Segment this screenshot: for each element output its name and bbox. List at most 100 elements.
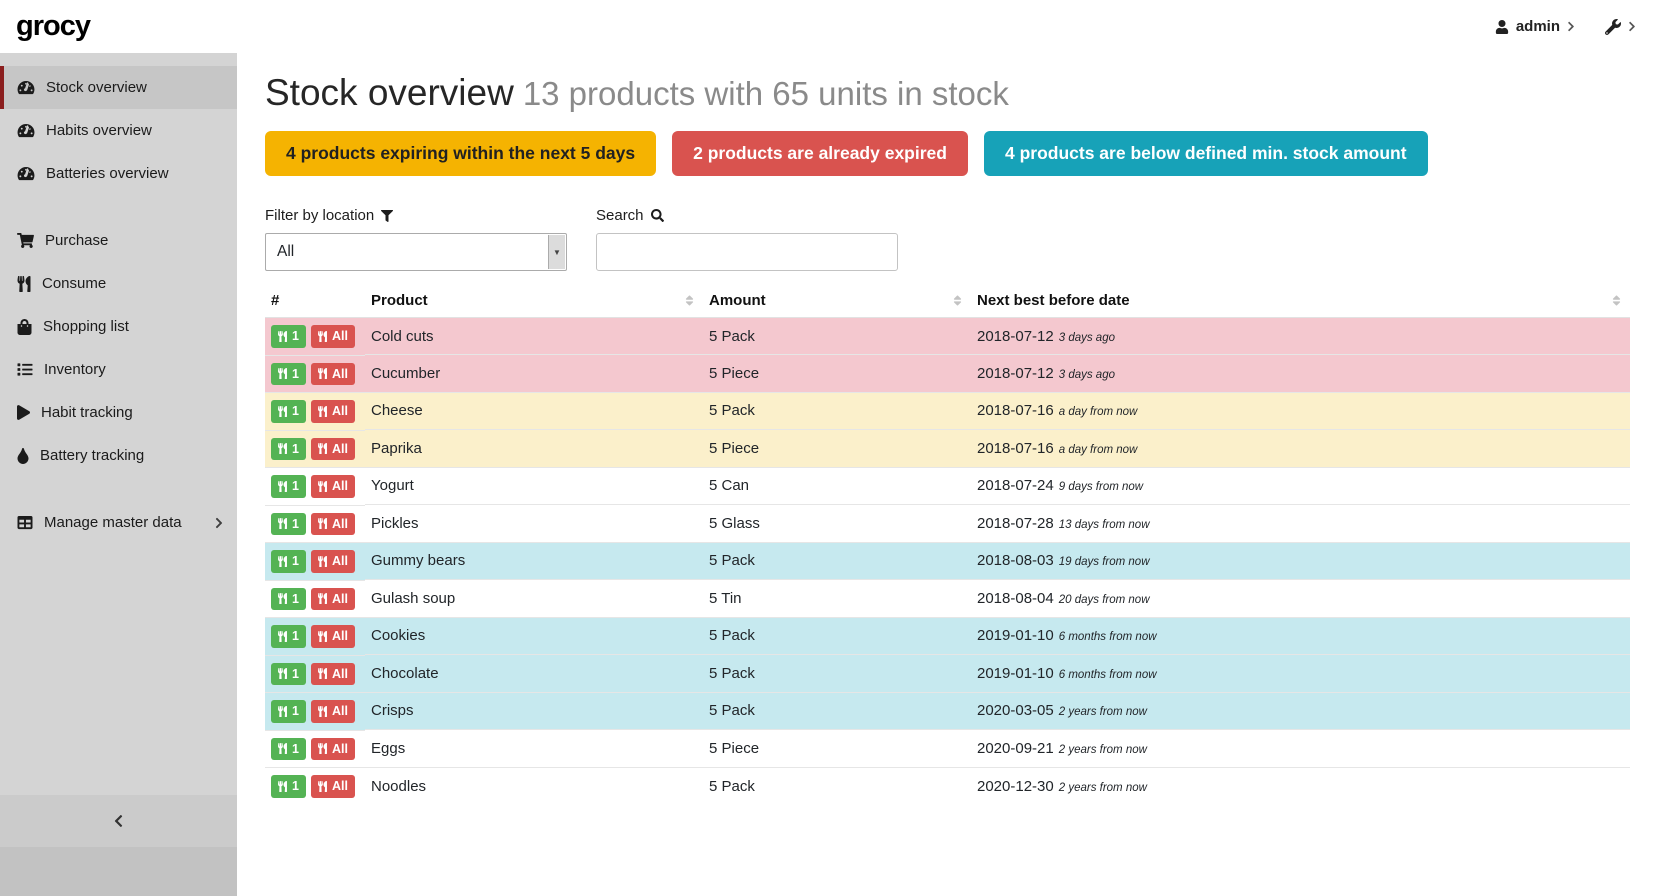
sort-icon: [952, 294, 963, 307]
stock-table-body: 1 All Cold cuts 5 Pack 2018-07-123 days …: [265, 318, 1630, 805]
product-name: Gummy bears: [365, 542, 703, 580]
consume-all-button[interactable]: All: [311, 625, 355, 648]
consume-one-button[interactable]: 1: [271, 663, 306, 686]
top-navbar: grocy admin: [0, 0, 1658, 53]
consume-all-button[interactable]: All: [311, 738, 355, 761]
table-row: 1 All Eggs 5 Piece 2020-09-212 years fro…: [265, 730, 1630, 768]
best-before-cell: 2020-03-052 years from now: [971, 692, 1630, 730]
best-before-cell: 2018-07-16a day from now: [971, 392, 1630, 430]
best-before-cell: 2018-07-249 days from now: [971, 467, 1630, 505]
best-before-cell: 2019-01-106 months from now: [971, 617, 1630, 655]
sidebar-item-shopping-list[interactable]: Shopping list: [0, 305, 237, 348]
table-row: 1 All Gulash soup 5 Tin 2018-08-0420 day…: [265, 580, 1630, 618]
utensils-icon: [278, 593, 287, 604]
utensils-icon: [318, 556, 327, 567]
sidebar-item-label: Habit tracking: [41, 404, 133, 421]
shopping-bag-icon: [17, 319, 32, 335]
sidebar-item-label: Manage master data: [44, 514, 182, 531]
product-name: Cookies: [365, 617, 703, 655]
row-actions: 1 All: [265, 467, 365, 505]
consume-all-button[interactable]: All: [311, 663, 355, 686]
product-name: Cheese: [365, 392, 703, 430]
product-name: Cold cuts: [365, 318, 703, 355]
search-input[interactable]: [596, 233, 898, 271]
consume-one-button[interactable]: 1: [271, 700, 306, 723]
table-row: 1 All Cheese 5 Pack 2018-07-16a day from…: [265, 392, 1630, 430]
expired-products-button[interactable]: 2 products are already expired: [672, 131, 968, 176]
best-before-cell: 2018-07-2813 days from now: [971, 505, 1630, 543]
utensils-icon: [278, 481, 287, 492]
utensils-icon: [318, 443, 327, 454]
consume-all-button[interactable]: All: [311, 513, 355, 536]
row-actions: 1 All: [265, 767, 365, 805]
select-dropdown-arrow: ▼: [548, 235, 565, 269]
consume-all-button[interactable]: All: [311, 438, 355, 461]
consume-all-button[interactable]: All: [311, 775, 355, 798]
sidebar-item-habits-overview[interactable]: Habits overview: [0, 109, 237, 152]
search-icon: [651, 209, 664, 222]
sidebar-item-stock-overview[interactable]: Stock overview: [0, 66, 237, 109]
consume-one-button[interactable]: 1: [271, 438, 306, 461]
product-name: Pickles: [365, 505, 703, 543]
sidebar-item-batteries-overview[interactable]: Batteries overview: [0, 152, 237, 195]
settings-menu[interactable]: [1605, 19, 1636, 35]
product-amount: 5 Pack: [703, 617, 971, 655]
play-icon: [17, 405, 30, 420]
column-header-amount[interactable]: Amount: [703, 286, 971, 318]
app-window: grocy admin Stock overview: [0, 0, 1658, 896]
user-name: admin: [1516, 18, 1560, 35]
utensils-icon: [318, 481, 327, 492]
product-amount: 5 Pack: [703, 692, 971, 730]
sidebar-item-battery-tracking[interactable]: Battery tracking: [0, 434, 237, 477]
product-amount: 5 Tin: [703, 580, 971, 618]
consume-all-button[interactable]: All: [311, 700, 355, 723]
consume-all-button[interactable]: All: [311, 363, 355, 386]
consume-all-button[interactable]: All: [311, 475, 355, 498]
utensils-icon: [278, 706, 287, 717]
consume-one-button[interactable]: 1: [271, 513, 306, 536]
utensils-icon: [278, 781, 287, 792]
consume-all-button[interactable]: All: [311, 400, 355, 423]
wrench-icon: [1605, 19, 1621, 35]
below-min-stock-button[interactable]: 4 products are below defined min. stock …: [984, 131, 1428, 176]
consume-one-button[interactable]: 1: [271, 400, 306, 423]
consume-one-button[interactable]: 1: [271, 325, 306, 348]
consume-all-button[interactable]: All: [311, 325, 355, 348]
sidebar-item-manage-master-data[interactable]: Manage master data: [0, 501, 237, 544]
utensils-icon: [318, 331, 327, 342]
consume-one-button[interactable]: 1: [271, 588, 306, 611]
expiring-products-button[interactable]: 4 products expiring within the next 5 da…: [265, 131, 656, 176]
sidebar-item-label: Battery tracking: [40, 447, 144, 464]
grocy-logo[interactable]: grocy: [16, 10, 90, 43]
consume-one-button[interactable]: 1: [271, 550, 306, 573]
consume-one-button[interactable]: 1: [271, 775, 306, 798]
consume-one-button[interactable]: 1: [271, 363, 306, 386]
consume-all-button[interactable]: All: [311, 588, 355, 611]
column-header-product[interactable]: Product: [365, 286, 703, 318]
best-before-cell: 2018-07-123 days ago: [971, 318, 1630, 355]
row-actions: 1 All: [265, 617, 365, 655]
location-filter: Filter by location All ▼: [265, 207, 567, 271]
stock-table: # Product Amount Next best before date: [265, 286, 1630, 805]
page-title-text: Stock overview: [265, 72, 514, 113]
product-amount: 5 Piece: [703, 730, 971, 768]
consume-one-button[interactable]: 1: [271, 738, 306, 761]
consume-one-button[interactable]: 1: [271, 625, 306, 648]
sidebar-item-purchase[interactable]: Purchase: [0, 219, 237, 262]
sidebar-bottom-strip: [0, 847, 237, 896]
location-filter-select[interactable]: All ▼: [265, 233, 567, 271]
consume-one-button[interactable]: 1: [271, 475, 306, 498]
best-before-cell: 2018-08-0420 days from now: [971, 580, 1630, 618]
column-header-best-before[interactable]: Next best before date: [971, 286, 1630, 318]
location-filter-value: All: [277, 243, 294, 261]
user-menu[interactable]: admin: [1495, 18, 1575, 35]
best-before-cell: 2018-08-0319 days from now: [971, 542, 1630, 580]
consume-all-button[interactable]: All: [311, 550, 355, 573]
sidebar-item-label: Batteries overview: [46, 165, 169, 182]
sidebar-collapse-button[interactable]: [0, 795, 237, 847]
gauge-icon: [17, 166, 35, 181]
table-row: 1 All Gummy bears 5 Pack 2018-08-0319 da…: [265, 542, 1630, 580]
sidebar-item-habit-tracking[interactable]: Habit tracking: [0, 391, 237, 434]
sidebar-item-inventory[interactable]: Inventory: [0, 348, 237, 391]
sidebar-item-consume[interactable]: Consume: [0, 262, 237, 305]
